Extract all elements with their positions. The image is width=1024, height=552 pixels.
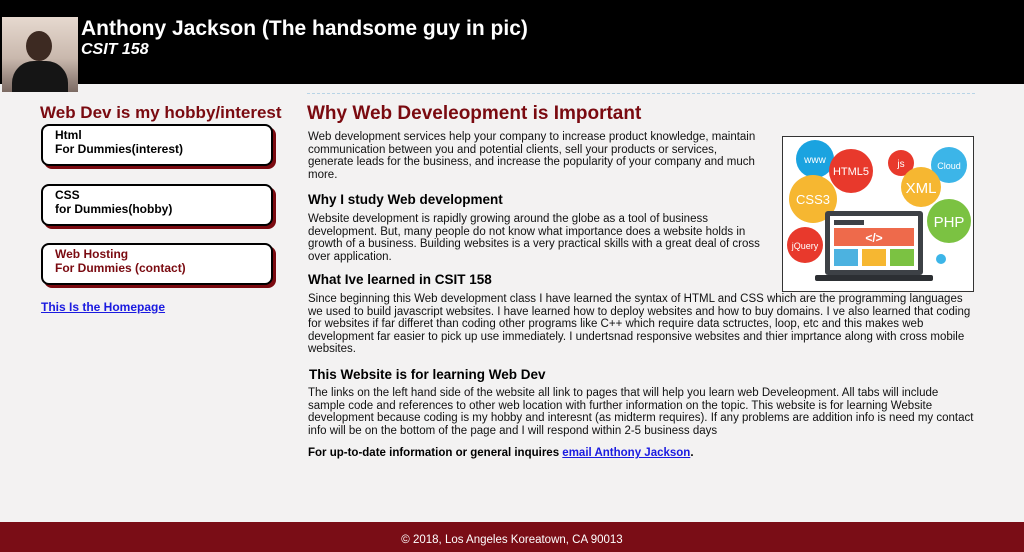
page-footer: © 2018, Los Angeles Koreatown, CA 90013 <box>0 522 1024 552</box>
screen-tile-yellow <box>862 249 886 266</box>
learned-heading: What Ive learned in CSIT 158 <box>308 272 492 287</box>
site-title: Anthony Jackson (The handsome guy in pic… <box>81 17 528 40</box>
why-heading: Why I study Web development <box>308 192 503 207</box>
inquire-line: For up-to-date information or general in… <box>308 447 694 459</box>
avatar-head <box>26 31 52 61</box>
nav-card-web-hosting[interactable]: Web Hosting For Dummies (contact) <box>41 243 273 285</box>
nav-card-subtitle: For Dummies (contact) <box>55 261 186 275</box>
nav-card-title: Web Hosting <box>55 247 129 261</box>
inquire-prefix: For up-to-date information or general in… <box>308 447 563 459</box>
nav-card-css[interactable]: CSS for Dummies(hobby) <box>41 184 273 226</box>
page-header: Anthony Jackson (The handsome guy in pic… <box>0 0 1024 92</box>
main-heading: Why Web Develeopment is Important <box>307 103 642 124</box>
this-website-paragraph: The links on the left hand side of the w… <box>308 387 974 437</box>
main-content: Why Web Develeopment is Important Web de… <box>307 93 975 459</box>
web-tech-illustration: www HTML5 js Cloud CSS3 XML PHP jQuery <… <box>782 136 974 292</box>
sidebar-heading: Web Dev is my hobby/interest <box>40 103 282 122</box>
dot-blue <box>936 254 946 264</box>
screen-tile-blue <box>834 249 858 266</box>
avatar <box>2 17 78 92</box>
learned-paragraph: Since beginning this Web development cla… <box>308 293 971 355</box>
screen-bar <box>834 220 864 225</box>
screen-tile-green <box>890 249 914 266</box>
site-subtitle: CSIT 158 <box>81 41 149 58</box>
code-label: </> <box>865 231 882 245</box>
footer-text: © 2018, Los Angeles Koreatown, CA 90013 <box>401 534 623 546</box>
why-paragraph: Website development is rapidly growing a… <box>308 213 760 263</box>
web-tech-svg: www HTML5 js Cloud CSS3 XML PHP jQuery <… <box>787 140 971 281</box>
nav-card-subtitle: for Dummies(hobby) <box>55 202 173 216</box>
intro-paragraph: Web development services help your compa… <box>308 131 756 181</box>
www-label: www <box>803 155 826 166</box>
nav-card-html[interactable]: Html For Dummies(interest) <box>41 124 273 166</box>
nav-card-title: CSS <box>55 188 80 202</box>
avatar-body <box>12 61 68 92</box>
this-website-heading: This Website is for learning Web Dev <box>309 367 546 382</box>
nav-card-subtitle: For Dummies(interest) <box>55 142 184 156</box>
nav-card-title: Html <box>55 128 82 142</box>
homepage-link[interactable]: This Is the Homepage <box>41 300 165 314</box>
js-label: js <box>896 159 904 170</box>
xml-label: XML <box>906 180 937 197</box>
cloud-label: Cloud <box>937 161 961 171</box>
laptop-base <box>815 275 933 281</box>
html5-label: HTML5 <box>833 166 869 178</box>
php-label: PHP <box>934 214 965 231</box>
css3-label: CSS3 <box>796 192 830 207</box>
email-link[interactable]: email Anthony Jackson <box>562 447 690 459</box>
jquery-label: jQuery <box>791 241 819 251</box>
inquire-suffix: . <box>690 447 694 459</box>
